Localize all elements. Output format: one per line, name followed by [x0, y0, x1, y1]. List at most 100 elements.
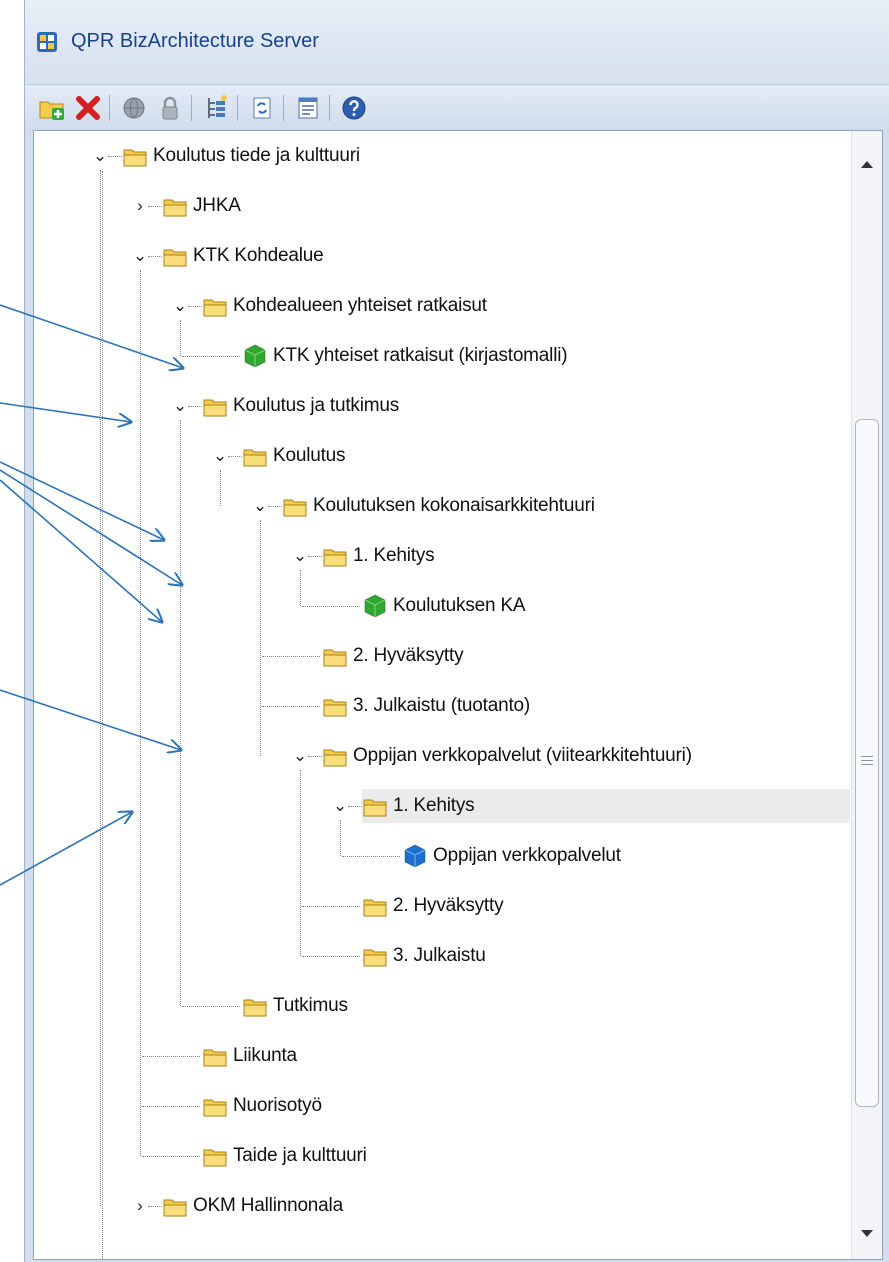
properties-icon — [298, 97, 318, 119]
tree-connector — [308, 756, 322, 757]
tree-node[interactable]: 2. Hyväksytty — [362, 889, 504, 923]
toolbar-separator — [191, 95, 192, 121]
tree-connector — [302, 906, 360, 907]
scroll-thumb[interactable] — [855, 419, 879, 1107]
tree-node[interactable]: 3. Julkaistu — [362, 939, 486, 973]
blue-model-icon — [404, 844, 426, 868]
help-icon — [342, 96, 366, 120]
lock-icon — [162, 96, 178, 120]
vertical-scrollbar[interactable] — [851, 131, 882, 1259]
scroll-up-button[interactable] — [852, 149, 882, 179]
tree-node-label: 2. Hyväksytty — [353, 645, 464, 666]
tree-connector — [262, 706, 320, 707]
tree-connector — [108, 156, 122, 157]
publish-button[interactable] — [117, 91, 151, 125]
tree-connector — [148, 256, 162, 257]
tree-guide-line — [180, 420, 181, 1006]
scroll-grip-icon — [861, 756, 873, 768]
tree-node-label: Koulutus tiede ja kulttuuri — [153, 145, 360, 166]
tree-node-label: 3. Julkaistu — [393, 945, 486, 966]
expand-down-icon[interactable]: ⌄ — [133, 239, 147, 273]
tree-node[interactable]: Koulutus tiede ja kulttuuri — [122, 139, 360, 173]
tree-node[interactable]: Koulutuksen KA — [362, 589, 526, 623]
folder-icon — [203, 1149, 227, 1167]
tree-connector — [188, 406, 202, 407]
tree-connector — [142, 1156, 200, 1157]
toolbar-separator — [329, 95, 330, 121]
tree-node[interactable]: 3. Julkaistu (tuotanto) — [322, 689, 530, 723]
folder-icon — [283, 499, 307, 517]
expand-down-icon[interactable]: ⌄ — [333, 789, 347, 823]
tree-connector — [188, 306, 202, 307]
toolbar-separator — [109, 95, 110, 121]
expand-down-icon[interactable]: ⌄ — [293, 539, 307, 573]
tree-icon — [208, 95, 227, 118]
expand-right-icon[interactable]: › — [133, 1189, 147, 1223]
tree-node[interactable]: 1. Kehitys — [362, 789, 850, 823]
folder-add-icon — [39, 101, 64, 120]
expand-down-icon[interactable]: ⌄ — [213, 439, 227, 473]
expand-down-icon[interactable]: ⌄ — [173, 289, 187, 323]
tree-node[interactable]: OKM Hallinnonala — [162, 1189, 343, 1223]
folder-icon — [363, 799, 387, 817]
app-window: QPR BizArchitecture Server Koulutus tied… — [24, 0, 889, 1262]
tree-node[interactable]: Nuorisotyö — [202, 1089, 322, 1123]
tree-node-label: KTK yhteiset ratkaisut (kirjastomalli) — [273, 345, 568, 366]
tree-connector — [262, 656, 320, 657]
properties-button[interactable] — [291, 91, 325, 125]
refresh-button[interactable] — [245, 91, 279, 125]
tree-node[interactable]: Tutkimus — [242, 989, 348, 1023]
tree-node[interactable]: Koulutus — [242, 439, 346, 473]
tree-node-label: Koulutus — [273, 445, 346, 466]
app-logo-icon — [37, 32, 57, 52]
tree-node[interactable]: Oppijan verkkopalvelut (viitearkkitehtuu… — [322, 739, 692, 773]
tree-guide-line — [220, 470, 221, 506]
tree-node[interactable]: 1. Kehitys — [322, 539, 435, 573]
tree-node[interactable]: KTK Kohdealue — [162, 239, 324, 273]
delete-button[interactable] — [71, 91, 105, 125]
lock-button[interactable] — [153, 91, 187, 125]
tree-node[interactable]: Oppijan verkkopalvelut — [402, 839, 621, 873]
tree-node[interactable]: 2. Hyväksytty — [322, 639, 464, 673]
tree-connector — [302, 956, 360, 957]
tree-connector — [342, 856, 400, 857]
tree-node-label: Taide ja kulttuuri — [233, 1145, 367, 1166]
expand-right-icon[interactable]: › — [133, 189, 147, 223]
folder-icon — [203, 1099, 227, 1117]
folder-icon — [243, 999, 267, 1017]
tree-node-label: Liikunta — [233, 1045, 297, 1066]
green-model-icon — [244, 344, 266, 368]
tree-connector — [148, 206, 162, 207]
refresh-icon — [253, 97, 271, 119]
scroll-down-button[interactable] — [852, 1219, 882, 1249]
tree-connector — [348, 806, 362, 807]
toolbar-separator — [237, 95, 238, 121]
expand-down-icon[interactable]: ⌄ — [293, 739, 307, 773]
tree-node[interactable]: Koulutus ja tutkimus — [202, 389, 399, 423]
new-folder-button[interactable] — [35, 91, 69, 125]
tree-node[interactable]: JHKA — [162, 189, 241, 223]
tree-node[interactable]: Taide ja kulttuuri — [202, 1139, 367, 1173]
tree-node[interactable]: Liikunta — [202, 1039, 297, 1073]
tree-connector — [182, 356, 240, 357]
tree-node[interactable]: Kohdealueen yhteiset ratkaisut — [202, 289, 487, 323]
expand-down-icon[interactable]: ⌄ — [93, 139, 107, 173]
tree-node[interactable]: KTK yhteiset ratkaisut (kirjastomalli) — [242, 339, 568, 373]
tree-node[interactable]: Koulutuksen kokonaisarkkitehtuuri — [282, 489, 595, 523]
help-button[interactable] — [337, 91, 371, 125]
expand-down-icon[interactable]: ⌄ — [173, 389, 187, 423]
tree-node-label: KTK Kohdealue — [193, 245, 324, 266]
scroll-up-arrow-icon — [861, 161, 873, 168]
tree-guide-line — [340, 820, 341, 856]
tree-panel: Koulutus tiede ja kulttuuri ⌄ JHKA › KTK Koh… — [33, 130, 883, 1260]
folder-icon — [323, 649, 347, 667]
navigation-tree: Koulutus tiede ja kulttuuri ⌄ JHKA › KTK Koh… — [34, 131, 850, 1259]
folder-icon — [323, 749, 347, 767]
tree-node-label: OKM Hallinnonala — [193, 1195, 343, 1216]
tree-guide-line — [300, 770, 301, 956]
tree-view-button[interactable] — [199, 91, 233, 125]
expand-down-icon[interactable]: ⌄ — [253, 489, 267, 523]
tree-connector — [302, 606, 360, 607]
tree-node-label: JHKA — [193, 195, 241, 216]
folder-icon — [123, 149, 147, 167]
